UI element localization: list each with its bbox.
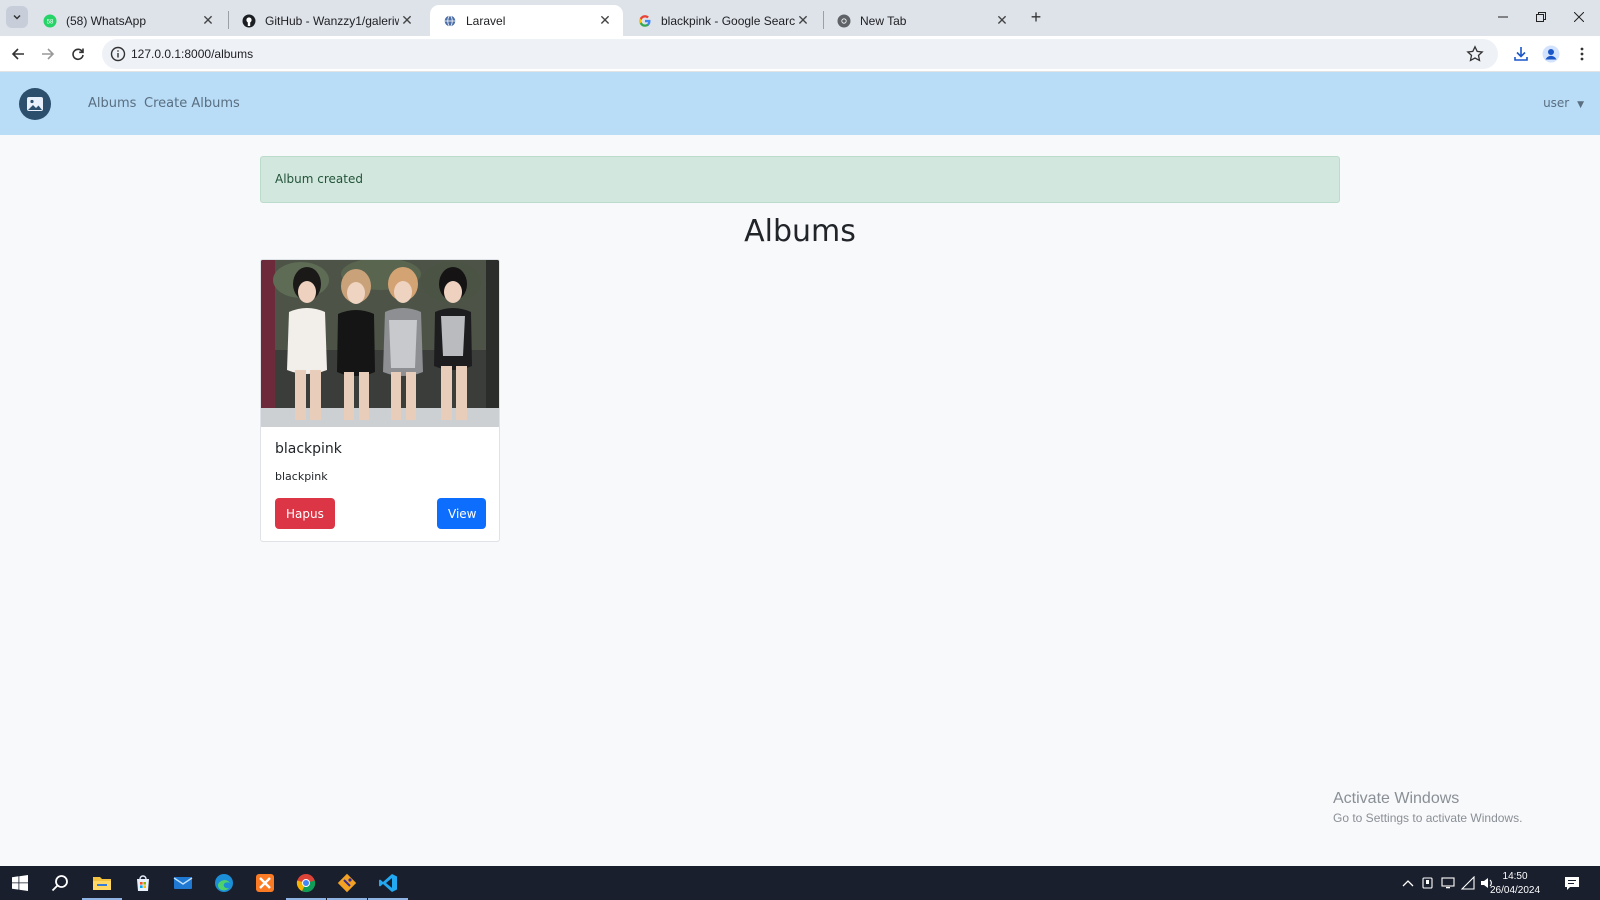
tab-title: Laravel [466,13,506,28]
mail-icon[interactable] [171,871,195,895]
taskbar-clock[interactable]: 14:50 26/04/2024 [1490,870,1540,898]
windows-start-icon[interactable] [8,871,32,895]
address-bar[interactable]: 127.0.0.1:8000/albums [102,39,1498,69]
url-text[interactable]: 127.0.0.1:8000/albums [131,47,253,61]
nav-link-albums[interactable]: Albums [88,96,136,111]
chevron-down-icon [13,14,21,20]
forward-button[interactable] [37,43,59,65]
close-icon[interactable]: ✕ [200,12,216,29]
edge-icon[interactable] [212,871,236,895]
tab-title: GitHub - Wanzzy1/galeriwahda [265,13,399,28]
tab-whatsapp[interactable]: 58 (58) WhatsApp ✕ [30,5,226,36]
tab-laravel[interactable]: Laravel ✕ [430,5,623,36]
image-gallery-icon [27,97,43,111]
tab-new-tab[interactable]: New Tab ✕ [824,5,1020,36]
profile-button[interactable] [1540,43,1562,65]
chrome-icon [836,13,852,29]
site-navbar: Albums Create Albums user ▼ [0,72,1600,135]
globe-icon [442,13,458,29]
chrome-icon[interactable] [294,871,318,895]
new-tab-button[interactable]: + [1026,7,1046,27]
restore-button[interactable] [1522,0,1560,34]
clock-date: 26/04/2024 [1490,885,1541,896]
downloads-button[interactable] [1510,43,1532,65]
svg-text:58: 58 [47,19,54,25]
github-icon [241,13,257,29]
caret-down-icon: ▼ [1577,100,1584,110]
close-icon [1574,12,1584,22]
browser-menu-button[interactable] [1571,43,1593,65]
network-icon[interactable] [1460,875,1476,891]
reload-icon [72,48,84,61]
arrow-left-icon [11,48,24,60]
git-icon[interactable] [335,871,359,895]
site-info-icon[interactable] [110,46,126,62]
delete-album-button[interactable]: Hapus [275,498,335,529]
arrow-right-icon [42,48,55,60]
bookmark-star-icon[interactable] [1466,45,1484,63]
close-icon[interactable]: ✕ [795,12,811,29]
clock-time: 14:50 [1502,871,1528,882]
back-button[interactable] [7,43,29,65]
alert-message: Album created [275,172,363,186]
album-title: blackpink [275,441,342,457]
tab-title: blackpink - Google Search [661,13,795,28]
browser-tab-strip: 58 (58) WhatsApp ✕ GitHub - Wanzzy1/gale… [0,0,1600,36]
page-title: Albums [744,214,856,249]
success-alert: Album created [260,156,1340,203]
tab-search-button[interactable] [6,6,28,28]
nav-link-create-albums[interactable]: Create Albums [144,96,240,111]
vscode-icon[interactable] [376,871,400,895]
search-icon[interactable] [48,871,72,895]
album-card: blackpink blackpink Hapus View [260,259,500,542]
album-cover-image[interactable] [261,260,499,427]
tab-github[interactable]: GitHub - Wanzzy1/galeriwahda ✕ [229,5,425,36]
close-icon[interactable]: ✕ [399,12,415,29]
user-dropdown[interactable]: user ▼ [1543,96,1584,110]
notification-icon[interactable] [1564,875,1580,891]
album-description: blackpink [275,470,328,483]
browser-toolbar: 127.0.0.1:8000/albums [0,36,1600,72]
activation-watermark: Activate Windows Go to Settings to activ… [1333,790,1522,825]
meet-now-icon[interactable] [1420,875,1436,891]
file-explorer-icon[interactable] [90,871,114,895]
whatsapp-icon: 58 [42,13,58,29]
chevron-up-icon[interactable] [1400,875,1416,891]
minimize-button[interactable] [1484,0,1522,34]
user-name: user [1543,96,1570,110]
tab-title: (58) WhatsApp [66,13,147,28]
display-icon[interactable] [1440,875,1456,891]
restore-icon [1536,12,1546,22]
download-icon [1514,47,1528,61]
google-icon [637,13,653,29]
profile-icon [1542,45,1560,63]
close-icon[interactable]: ✕ [994,12,1010,29]
microsoft-store-icon[interactable] [131,871,155,895]
reload-button[interactable] [67,43,89,65]
minimize-icon [1498,16,1508,18]
watermark-title: Activate Windows [1333,790,1460,807]
view-album-button[interactable]: View [437,498,486,529]
more-vertical-icon [1580,47,1584,61]
site-logo[interactable] [19,88,51,120]
windows-taskbar: 14:50 26/04/2024 [0,866,1600,900]
tab-google-search[interactable]: blackpink - Google Search ✕ [625,5,821,36]
close-window-button[interactable] [1560,0,1598,34]
watermark-subtitle: Go to Settings to activate Windows. [1333,811,1523,825]
close-icon[interactable]: ✕ [597,12,613,29]
xampp-icon[interactable] [253,871,277,895]
tab-title: New Tab [860,13,907,28]
